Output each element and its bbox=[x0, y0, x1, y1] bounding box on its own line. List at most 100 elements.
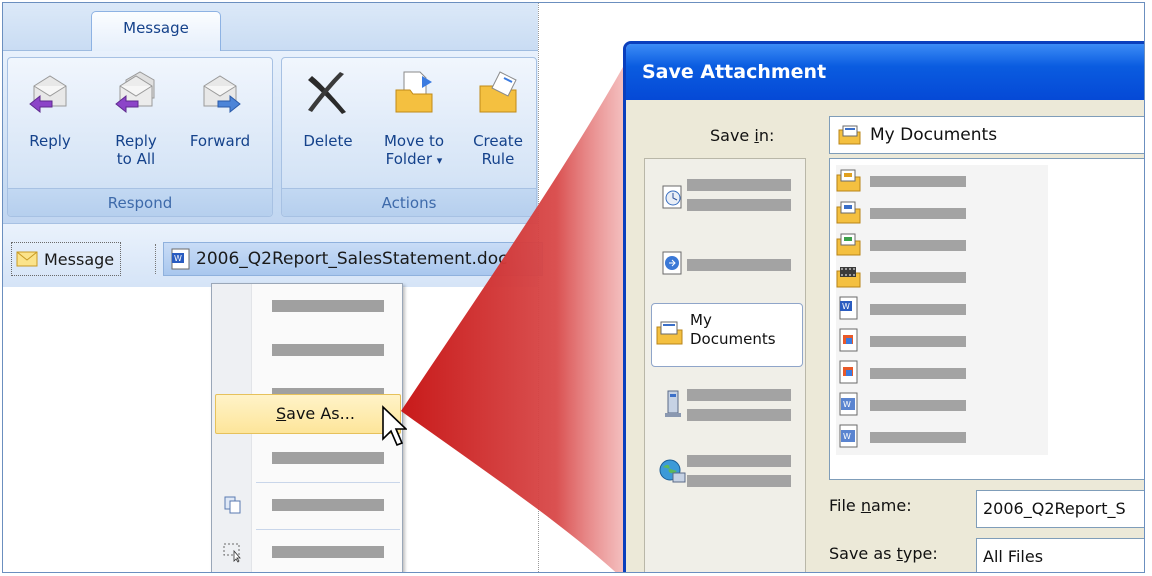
strip-divider bbox=[155, 244, 156, 274]
my-documents-label: My Documents bbox=[690, 311, 776, 349]
context-menu-item-5[interactable] bbox=[214, 442, 400, 474]
my-computer-icon bbox=[665, 390, 681, 417]
redacted-label bbox=[687, 409, 791, 421]
delete-button[interactable]: Delete bbox=[286, 66, 370, 150]
file-name-label-a: File bbox=[829, 496, 861, 515]
file-name-input[interactable]: 2006_Q2Report_S bbox=[976, 490, 1144, 528]
place-network[interactable] bbox=[651, 443, 803, 503]
place-desktop[interactable] bbox=[651, 237, 803, 297]
file-name-mnemonic: n bbox=[860, 496, 871, 515]
place-my-documents[interactable]: My Documents bbox=[651, 303, 803, 367]
create-rule-button[interactable]: Create Rule bbox=[458, 66, 538, 168]
save-type-label-a: Save as bbox=[829, 544, 897, 563]
redacted-label bbox=[870, 368, 966, 379]
svg-text:W: W bbox=[174, 254, 182, 263]
save-in-label: Save in: bbox=[710, 126, 774, 145]
redacted-label bbox=[687, 455, 791, 467]
save-in-combo[interactable]: My Documents bbox=[829, 116, 1144, 154]
chevron-down-icon: ▾ bbox=[436, 154, 443, 167]
attachment-name: 2006_Q2Report_SalesStatement.doc bbox=[196, 249, 508, 269]
reply-label: Reply bbox=[29, 132, 71, 150]
redacted-label bbox=[687, 179, 791, 191]
save-in-label-a: Save bbox=[710, 126, 755, 145]
file-item[interactable]: W bbox=[836, 295, 986, 323]
place-my-computer[interactable] bbox=[651, 377, 803, 437]
panel-divider bbox=[538, 3, 539, 572]
redacted-label bbox=[870, 336, 966, 347]
reply-button[interactable]: Reply bbox=[10, 66, 90, 150]
file-item[interactable] bbox=[836, 167, 986, 195]
dialog-title-bar[interactable]: Save Attachment bbox=[626, 44, 1144, 100]
redacted-label bbox=[870, 208, 966, 219]
redacted-label bbox=[687, 475, 791, 487]
screenshot-frame: Message Reply Reply to All Forward Respo… bbox=[2, 2, 1145, 573]
message-tab[interactable]: Message bbox=[11, 242, 122, 276]
save-attachment-dialog: Save Attachment Save in: My Documents My… bbox=[623, 41, 1144, 572]
forward-label: Forward bbox=[189, 132, 251, 150]
menu-separator bbox=[256, 482, 400, 483]
respond-group: Reply Reply to All Forward Respond bbox=[7, 57, 273, 217]
tab-message[interactable]: Message bbox=[91, 11, 221, 53]
redacted-label bbox=[272, 499, 384, 511]
redacted-label bbox=[870, 432, 966, 443]
my-documents-line2: Documents bbox=[690, 330, 776, 348]
svg-text:W: W bbox=[843, 432, 851, 441]
save-type-label-b: ype: bbox=[902, 544, 938, 563]
desktop-icon bbox=[662, 251, 682, 275]
message-tab-label: Message bbox=[44, 249, 115, 269]
file-item[interactable] bbox=[836, 263, 986, 291]
redacted-label bbox=[870, 240, 966, 251]
file-item[interactable] bbox=[836, 199, 986, 227]
file-item[interactable] bbox=[836, 327, 986, 355]
context-menu-item-copy[interactable] bbox=[214, 489, 400, 521]
move-to-folder-icon bbox=[395, 71, 433, 113]
attachment-context-menu: Save As... bbox=[211, 283, 403, 572]
create-rule-icon bbox=[479, 71, 517, 113]
context-menu-item-2[interactable] bbox=[214, 334, 400, 366]
redacted-label bbox=[272, 344, 384, 356]
reply-all-label-line1: Reply bbox=[115, 132, 157, 150]
context-menu-item-select-all[interactable] bbox=[214, 536, 400, 568]
save-in-value: My Documents bbox=[870, 125, 998, 145]
reply-icon bbox=[29, 75, 67, 114]
file-item[interactable]: W bbox=[836, 391, 986, 419]
save-as-label: Save As... bbox=[276, 404, 355, 423]
svg-text:W: W bbox=[843, 400, 851, 409]
reply-all-button[interactable]: Reply to All bbox=[96, 66, 176, 168]
redacted-label bbox=[272, 452, 384, 464]
actions-group: Delete Move to Folder ▾ Create Rule Acti… bbox=[281, 57, 537, 217]
forward-icon bbox=[203, 75, 241, 114]
select-all-icon bbox=[223, 543, 241, 563]
folder-icon bbox=[836, 233, 861, 256]
network-places-icon bbox=[659, 459, 686, 483]
redacted-label bbox=[687, 389, 791, 401]
my-documents-icon bbox=[838, 125, 861, 145]
my-documents-icon bbox=[656, 321, 683, 345]
word-document-icon: W bbox=[171, 248, 190, 270]
image-document-icon bbox=[839, 360, 858, 384]
save-as-type-label: Save as type: bbox=[829, 544, 938, 563]
file-list[interactable]: W W W bbox=[829, 158, 1144, 480]
place-recent[interactable] bbox=[651, 167, 803, 227]
mouse-cursor-icon bbox=[382, 405, 407, 447]
move-to-folder-button[interactable]: Move to Folder ▾ bbox=[372, 66, 456, 170]
attachment-item[interactable]: W 2006_Q2Report_SalesStatement.doc bbox=[163, 242, 543, 276]
redacted-label bbox=[870, 400, 966, 411]
copy-icon bbox=[224, 496, 241, 514]
redacted-label bbox=[870, 176, 966, 187]
save-as-type-select[interactable]: All Files bbox=[976, 538, 1144, 572]
reply-all-icon bbox=[115, 71, 155, 114]
delete-icon bbox=[308, 72, 346, 114]
forward-button[interactable]: Forward bbox=[180, 66, 260, 150]
context-menu-item-1[interactable] bbox=[214, 290, 400, 322]
save-as-mnemonic: S bbox=[276, 404, 287, 423]
file-item[interactable] bbox=[836, 359, 986, 387]
recent-documents-icon bbox=[662, 185, 682, 209]
move-to-folder-label-line1: Move to bbox=[383, 132, 445, 150]
delete-label: Delete bbox=[303, 132, 353, 150]
file-item[interactable] bbox=[836, 231, 986, 259]
save-in-label-b: n: bbox=[758, 126, 775, 145]
context-menu-item-save-as[interactable]: Save As... bbox=[215, 394, 401, 434]
file-name-label-b: ame: bbox=[871, 496, 912, 515]
file-item[interactable]: W bbox=[836, 423, 986, 451]
